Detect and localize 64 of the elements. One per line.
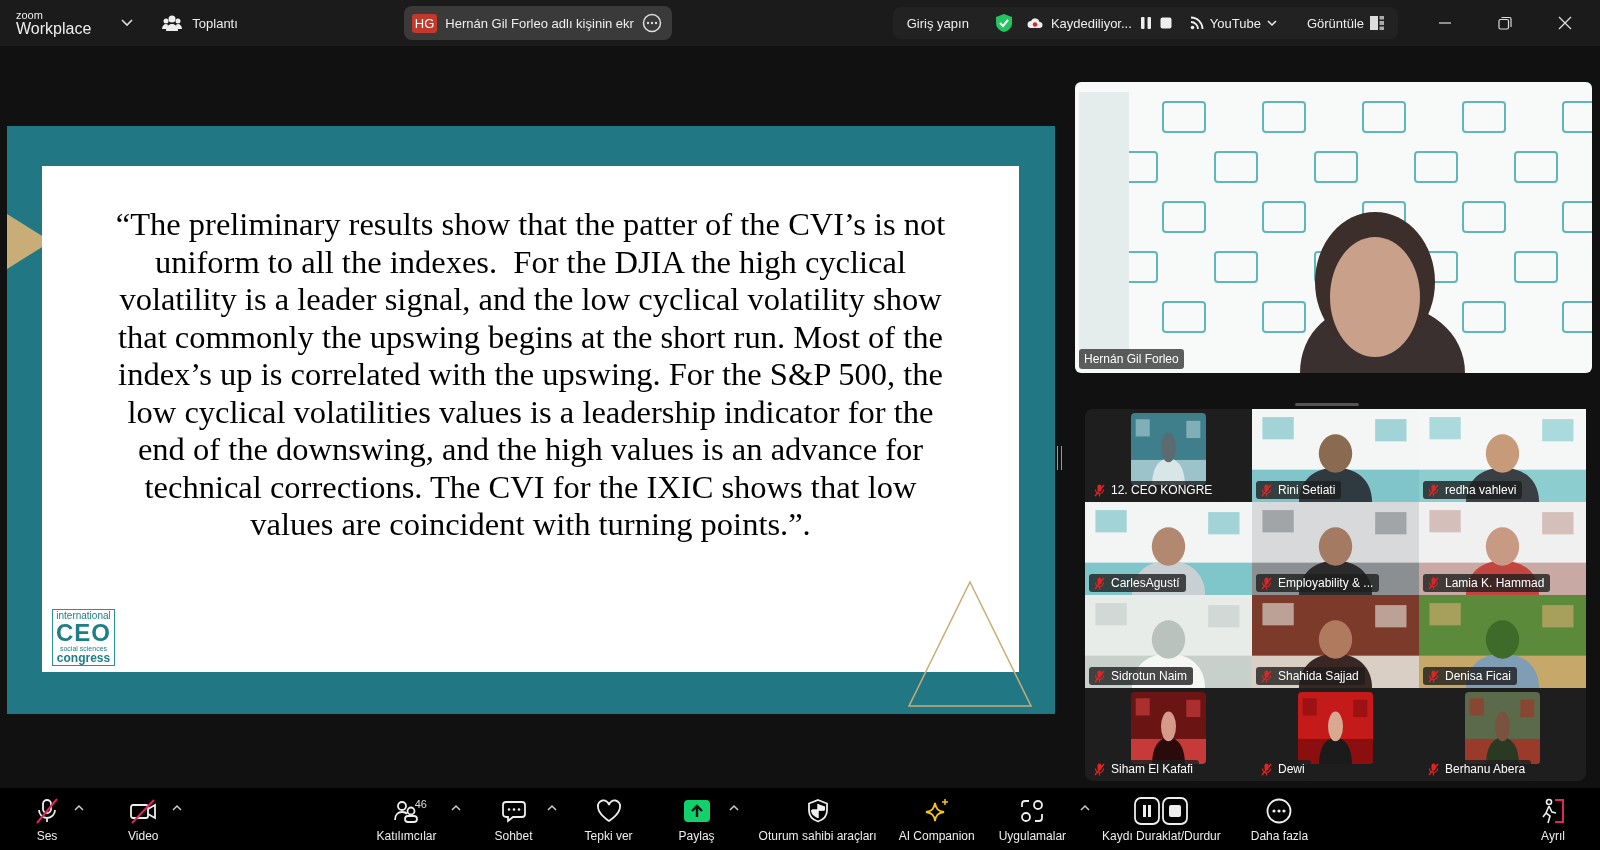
participant-tile[interactable]: redha vahlevi <box>1419 409 1586 502</box>
chat-button[interactable]: Sohbet <box>490 793 537 845</box>
splitter-handle[interactable] <box>1057 446 1062 470</box>
more-icon[interactable] <box>641 13 662 33</box>
mic-button[interactable]: Ses <box>30 793 64 845</box>
pause-icon[interactable] <box>1139 16 1152 30</box>
slide-quote: “The preliminary results show that the patter of the CVI’s is not uniform to all the indexes. For the DJIA the high cyclical volatility is a leader signal, and the low cyclical volatility show that commonly the upswing begins at the short run. Most of the index’s up is correlated with the upswing. For the S&P 500, the low cyclical volatilities values is a leadership indicator for the end of the downswing, and the high values is an advance for technical corrections. The CVI for the IXIC shows that low values are coincident with turning points.”. <box>114 206 947 544</box>
stop-icon[interactable] <box>1159 17 1172 29</box>
participant-tile[interactable]: Dewi <box>1252 688 1419 781</box>
participant-tile[interactable]: Berhanu Abera <box>1419 688 1586 781</box>
name-label: Employability & ... <box>1256 574 1380 592</box>
share-status-text: Hernán Gil Forleo adlı kişinin ekr <box>445 15 634 31</box>
more-button[interactable]: Daha fazla <box>1246 793 1313 845</box>
sparkle-button[interactable]: AI Companion <box>894 793 979 845</box>
live-stream-button[interactable]: YouTube <box>1187 13 1279 33</box>
shield-button[interactable]: Oturum sahibi araçları <box>754 793 881 845</box>
people-button[interactable]: 46 Katılımcılar <box>372 793 441 845</box>
caret-icon[interactable] <box>121 19 134 27</box>
caret-icon[interactable] <box>74 803 84 811</box>
name-label: Denisa Ficai <box>1423 667 1518 685</box>
caret-icon[interactable] <box>728 803 739 811</box>
view-button[interactable]: Görüntüle <box>1304 13 1386 33</box>
screen-share-banner[interactable]: HG Hernán Gil Forleo adlı kişinin ekr <box>403 6 672 40</box>
participant-tile[interactable]: Shahida Sajjad <box>1252 595 1419 688</box>
app-logo-text: zoom <box>16 9 44 21</box>
caret-icon[interactable] <box>450 803 461 811</box>
caret-icon[interactable] <box>1080 803 1091 811</box>
name-label: Sidrotun Naim <box>1089 667 1194 685</box>
meeting-menu[interactable]: Toplantı <box>158 10 242 36</box>
camera-button[interactable]: Video <box>124 793 163 845</box>
caret-icon[interactable] <box>546 803 557 811</box>
recording-status: Kaydediliyor... <box>1050 15 1132 31</box>
record-button[interactable]: Kaydı Duraklat/Durdur <box>1098 793 1225 845</box>
layout-icon <box>1370 16 1384 30</box>
people-icon <box>162 14 183 32</box>
name-label: Shahida Sajjad <box>1256 667 1365 685</box>
name-label: Lamia K. Hammad <box>1423 574 1551 592</box>
name-label: Rini Setiati <box>1256 481 1342 499</box>
participant-tile[interactable]: 12. CEO KONGRE <box>1085 409 1252 502</box>
close-icon[interactable] <box>1558 16 1572 30</box>
broadcast-icon <box>1189 16 1204 30</box>
app-name: Workplace <box>16 20 92 37</box>
participant-tile[interactable]: Sidrotun Naim <box>1085 595 1252 688</box>
participant-tile[interactable]: CarlesAgustí <box>1085 502 1252 595</box>
shield-check-icon[interactable] <box>994 13 1013 33</box>
name-label: CarlesAgustí <box>1089 574 1186 592</box>
name-label: redha vahlevi <box>1423 481 1523 499</box>
participant-name: Hernán Gil Forleo <box>1079 349 1184 369</box>
share-button[interactable]: Paylaş <box>674 793 719 845</box>
participant-tile[interactable]: Lamia K. Hammad <box>1419 502 1586 595</box>
participant-tile[interactable]: Employability & ... <box>1252 502 1419 595</box>
caret-icon <box>1266 19 1277 27</box>
heart-button[interactable]: Tepki ver <box>580 793 637 845</box>
initials-badge: HG <box>411 13 438 33</box>
caret-icon[interactable] <box>172 803 183 811</box>
participant-tile[interactable]: Rini Setiati <box>1252 409 1419 502</box>
record-icon <box>1134 795 1189 826</box>
cloud-icon <box>1026 17 1043 29</box>
participant-tile[interactable]: Siham El Kafafi <box>1085 688 1252 781</box>
restore-icon[interactable] <box>1498 16 1512 30</box>
apps-button[interactable]: Uygulamalar <box>994 793 1071 845</box>
participant-tile[interactable]: Denisa Ficai <box>1419 595 1586 688</box>
sign-in-button[interactable]: Giriş yapın <box>904 13 971 33</box>
leave-button[interactable]: Ayrıl <box>1536 793 1570 845</box>
